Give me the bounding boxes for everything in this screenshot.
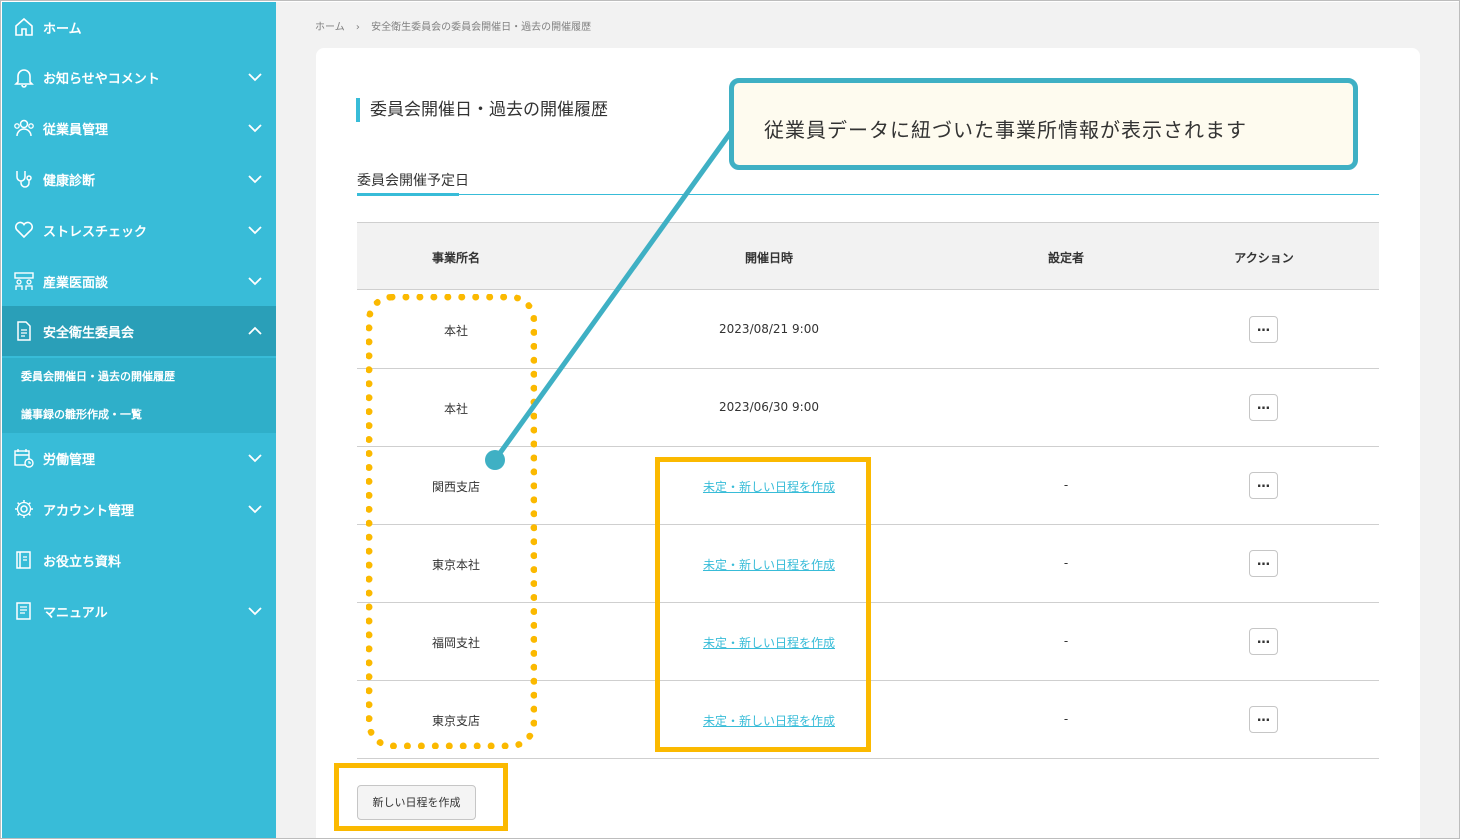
cell-setter: - xyxy=(1063,712,1069,726)
sidebar-subitem-minutes-template[interactable]: 議事録の雛形作成・一覧 xyxy=(21,406,142,422)
sidebar-item-label: 労働管理 xyxy=(43,453,96,468)
chevron-up-icon xyxy=(248,326,262,335)
sidebar-item-label: ホーム xyxy=(43,22,82,37)
column-header-office: 事業所名 xyxy=(431,251,481,265)
table-header: 事業所名 開催日時 設定者 アクション xyxy=(357,222,1379,290)
callout-text: 従業員データに紐づいた事業所情報が表示されます xyxy=(764,118,1247,142)
sidebar-item-home[interactable]: ホーム xyxy=(2,2,276,52)
chevron-down-icon xyxy=(248,607,262,616)
sidebar-item-manual[interactable]: マニュアル xyxy=(2,586,276,636)
sidebar: ホーム お知らせやコメント 従業員管理 健康診断 ストレスチェック 産業医面談 xyxy=(2,2,276,838)
sidebar-item-label: お知らせやコメント xyxy=(43,72,160,87)
book-icon xyxy=(16,551,31,569)
home-icon xyxy=(15,17,33,36)
users-icon xyxy=(14,119,34,137)
meeting-icon xyxy=(14,272,34,290)
sidebar-item-label: アカウント管理 xyxy=(43,504,135,519)
column-header-datetime: 開催日時 xyxy=(744,251,794,265)
sidebar-subnav: 委員会開催日・過去の開催履歴 議事録の雛形作成・一覧 xyxy=(2,358,276,433)
bell-icon xyxy=(14,69,34,88)
heart-icon xyxy=(14,221,34,239)
cell-setter: - xyxy=(1063,556,1069,570)
column-header-setter: 設定者 xyxy=(1047,251,1085,265)
sidebar-item-stress-check[interactable]: ストレスチェック xyxy=(2,205,276,255)
chevron-down-icon xyxy=(248,454,262,463)
row-actions-button[interactable]: … xyxy=(1249,316,1278,343)
row-actions-button[interactable]: … xyxy=(1249,628,1278,655)
manual-icon xyxy=(16,602,31,620)
callout-box: 従業員データに紐づいた事業所情報が表示されます xyxy=(729,78,1358,170)
page-title: 委員会開催日・過去の開催履歴 xyxy=(356,98,608,122)
document-icon xyxy=(17,321,31,341)
sidebar-item-label: お役立ち資料 xyxy=(43,555,122,570)
sidebar-item-account-management[interactable]: アカウント管理 xyxy=(2,484,276,534)
sidebar-item-resources[interactable]: お役立ち資料 xyxy=(2,535,276,585)
row-actions-button[interactable]: … xyxy=(1249,550,1278,577)
sidebar-subitem-committee-dates[interactable]: 委員会開催日・過去の開催履歴 xyxy=(21,368,175,384)
office-column-highlight xyxy=(366,294,537,749)
chevron-down-icon xyxy=(248,73,262,82)
new-button-highlight xyxy=(334,763,508,831)
cell-setter: - xyxy=(1063,478,1069,492)
sidebar-item-label: 従業員管理 xyxy=(43,123,109,138)
chevron-down-icon xyxy=(248,124,262,133)
breadcrumb-home[interactable]: ホーム xyxy=(315,22,345,33)
cell-setter: - xyxy=(1063,634,1069,648)
chevron-down-icon xyxy=(248,277,262,286)
sidebar-item-label: 健康診断 xyxy=(43,174,96,189)
screenshot-frame: ホーム お知らせやコメント 従業員管理 健康診断 ストレスチェック 産業医面談 xyxy=(0,0,1460,839)
chevron-down-icon xyxy=(248,175,262,184)
calendar-clock-icon xyxy=(14,449,34,468)
undecided-dates-highlight xyxy=(655,457,871,752)
cell-datetime: 2023/06/30 9:00 xyxy=(719,400,819,414)
sidebar-item-employees[interactable]: 従業員管理 xyxy=(2,103,276,153)
chevron-down-icon xyxy=(248,226,262,235)
cell-datetime: 2023/08/21 9:00 xyxy=(719,322,819,336)
breadcrumb-current: 安全衛生委員会の委員会開催日・過去の開催履歴 xyxy=(371,22,592,33)
sidebar-item-label: 産業医面談 xyxy=(43,276,109,291)
sidebar-item-label: マニュアル xyxy=(43,606,108,621)
breadcrumb-separator: › xyxy=(355,22,360,33)
row-actions-button[interactable]: … xyxy=(1249,706,1278,733)
row-actions-button[interactable]: … xyxy=(1249,472,1278,499)
column-header-action: アクション xyxy=(1234,251,1294,265)
sidebar-item-labor-management[interactable]: 労働管理 xyxy=(2,433,276,483)
stethoscope-icon xyxy=(16,171,32,188)
row-actions-button[interactable]: … xyxy=(1249,394,1278,421)
sidebar-item-safety-committee[interactable]: 安全衛生委員会 xyxy=(2,306,276,356)
sidebar-item-notifications[interactable]: お知らせやコメント xyxy=(2,52,276,102)
sidebar-item-label: 安全衛生委員会 xyxy=(43,326,135,341)
sidebar-item-occupational-physician[interactable]: 産業医面談 xyxy=(2,256,276,306)
section-divider xyxy=(357,194,1379,195)
chevron-down-icon xyxy=(248,505,262,514)
gear-icon xyxy=(15,500,33,518)
sidebar-item-health-check[interactable]: 健康診断 xyxy=(2,154,276,204)
breadcrumb: ホーム › 安全衛生委員会の委員会開催日・過去の開催履歴 xyxy=(315,18,599,33)
sidebar-item-label: ストレスチェック xyxy=(43,225,148,240)
section-underline xyxy=(357,193,459,196)
section-title: 委員会開催予定日 xyxy=(357,173,469,189)
